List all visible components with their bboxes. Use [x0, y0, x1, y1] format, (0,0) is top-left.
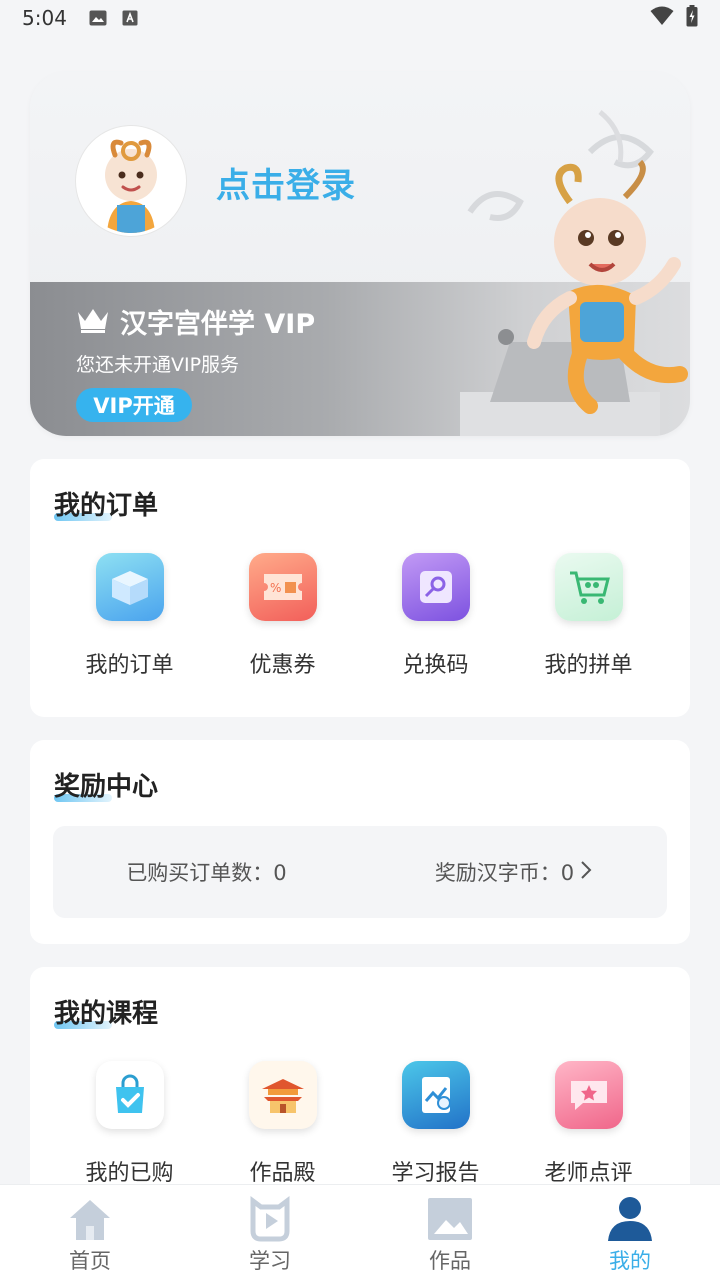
- group-buy-label: 我的拼单: [544, 653, 633, 678]
- coupon-label: 优惠券: [249, 653, 316, 678]
- orders-grid: 我的订单 % 优惠券 兑换码 我的拼单: [30, 553, 690, 679]
- dragon-mascot-image: [450, 92, 690, 436]
- rewards-summary: 已购买订单数：0 奖励汉字币：0: [53, 826, 667, 918]
- battery-icon: [686, 4, 698, 32]
- box-icon: [95, 553, 164, 621]
- group-buy-item[interactable]: 我的拼单: [512, 553, 665, 679]
- vip-title: 汉字宫伴学 VIP: [120, 309, 316, 340]
- report-icon: [401, 1061, 470, 1129]
- orders-section: 我的订单 我的订单 % 优惠券 兑换码 我的拼单: [30, 459, 690, 717]
- vip-subtitle: 您还未开通VIP服务: [76, 354, 240, 376]
- person-icon: [604, 1193, 656, 1245]
- my-purchased-item[interactable]: 我的已购: [53, 1061, 206, 1187]
- status-bar: 5:04: [0, 0, 720, 36]
- redeem-code-item[interactable]: 兑换码: [359, 553, 512, 679]
- tab-works[interactable]: 作品: [360, 1185, 540, 1280]
- tab-mine[interactable]: 我的: [540, 1185, 720, 1280]
- learning-report-label: 学习报告: [391, 1161, 480, 1186]
- reward-coins-text: 奖励汉字币：0: [434, 861, 575, 885]
- reward-coins-link[interactable]: 奖励汉字币：0: [360, 857, 667, 887]
- learning-report-item[interactable]: 学习报告: [359, 1061, 512, 1187]
- orders-section-title: 我的订单: [54, 485, 158, 522]
- teacher-review-label: 老师点评: [544, 1161, 633, 1186]
- status-time: 5:04: [22, 6, 67, 30]
- group-cart-icon: [554, 553, 623, 621]
- my-orders-item[interactable]: 我的订单: [53, 553, 206, 679]
- courses-grid: 我的已购 作品殿 学习报告 老师点评: [30, 1061, 690, 1187]
- tab-home-label: 首页: [69, 1249, 111, 1273]
- tab-home[interactable]: 首页: [0, 1185, 180, 1280]
- login-link[interactable]: 点击登录: [216, 158, 356, 207]
- coupon-item[interactable]: % 优惠券: [206, 553, 359, 679]
- works-palace-label: 作品殿: [249, 1161, 316, 1186]
- text-notification-icon: [121, 10, 139, 26]
- my-orders-label: 我的订单: [85, 653, 174, 678]
- redeem-code-label: 兑换码: [402, 653, 469, 678]
- courses-section-title: 我的课程: [54, 993, 158, 1030]
- profile-card: 点击登录 汉字宫伴学 VIP 您还未开通VIP服务 VIP开通: [30, 72, 690, 436]
- image-icon: [424, 1193, 476, 1245]
- redeem-code-icon: [401, 553, 470, 621]
- courses-section: 我的课程 我的已购 作品殿 学习报告 老师点评: [30, 967, 690, 1207]
- rewards-section: 奖励中心 已购买订单数：0 奖励汉字币：0: [30, 740, 690, 944]
- works-palace-item[interactable]: 作品殿: [206, 1061, 359, 1187]
- vip-open-button[interactable]: VIP开通: [76, 388, 192, 422]
- tab-mine-label: 我的: [609, 1249, 651, 1273]
- avatar[interactable]: [76, 126, 186, 236]
- teacher-review-item[interactable]: 老师点评: [512, 1061, 665, 1187]
- my-purchased-label: 我的已购: [85, 1161, 174, 1186]
- crown-icon: [76, 306, 110, 338]
- shopping-bag-icon: [95, 1061, 164, 1129]
- bottom-tab-bar: 首页 学习 作品 我的: [0, 1184, 720, 1280]
- palace-icon: [248, 1061, 317, 1129]
- play-icon: [244, 1193, 296, 1245]
- purchased-orders-count: 已购买订单数：0: [126, 861, 287, 885]
- wifi-icon: [650, 6, 674, 31]
- comment-icon: [554, 1061, 623, 1129]
- tab-works-label: 作品: [429, 1249, 471, 1273]
- home-icon: [64, 1193, 116, 1245]
- svg-text:%: %: [270, 581, 281, 595]
- tab-study[interactable]: 学习: [180, 1185, 360, 1280]
- coupon-icon: %: [248, 553, 317, 621]
- tab-study-label: 学习: [249, 1249, 291, 1273]
- chevron-right-icon: [580, 860, 592, 885]
- gallery-notification-icon: [89, 10, 107, 26]
- vip-title-row: 汉字宫伴学 VIP: [76, 302, 315, 341]
- rewards-section-title: 奖励中心: [54, 766, 158, 803]
